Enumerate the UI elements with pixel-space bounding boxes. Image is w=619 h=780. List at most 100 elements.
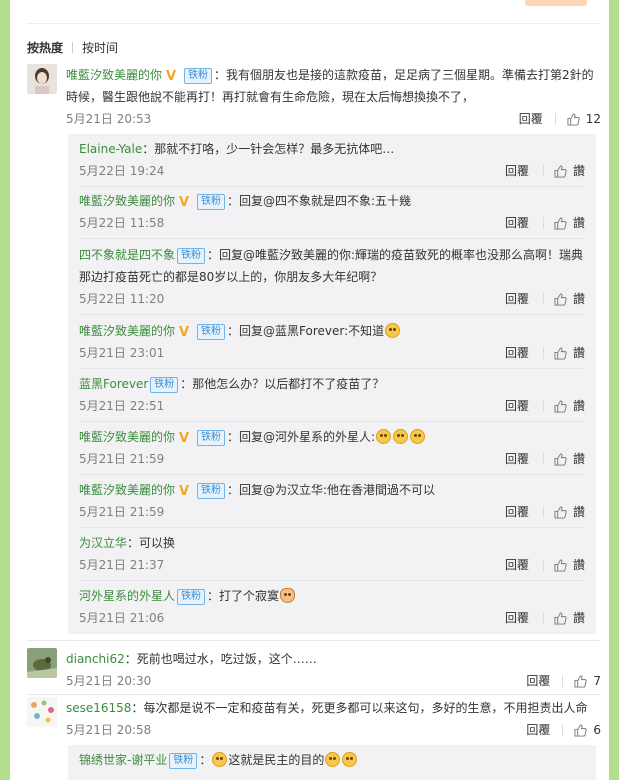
reply-item: 唯藍汐致美麗的你 V 铁粉 ：回复@四不象就是四不象:五十幾 5月22日 11:58 …	[79, 190, 585, 234]
username-link[interactable]: 唯藍汐致美麗的你	[79, 194, 175, 208]
reply-item: 唯藍汐致美麗的你 V 铁粉 ：回复@蓝黑Forever:不知道 5月21日 23:01…	[79, 320, 585, 364]
timestamp: 5月21日 21:06	[79, 611, 165, 625]
comment-body: ：每次都是说不一定和疫苗有关，死更多都可以来这句，多好的生意，不用担责出人命	[131, 701, 588, 715]
sweat-emoji-icon	[385, 323, 401, 338]
username-link[interactable]: Elaine-Yale	[79, 142, 142, 156]
reply-button[interactable]: 回覆	[505, 554, 529, 576]
username-link[interactable]: 蓝黑Forever	[79, 377, 148, 391]
like-label: 讚	[572, 216, 585, 230]
fan-badge: 铁粉	[197, 483, 226, 499]
tab-sort-by-time[interactable]: 按时间	[82, 39, 118, 56]
verified-v-icon: V	[179, 325, 190, 340]
like-count: 12	[585, 112, 601, 126]
divider	[79, 186, 585, 187]
like-button[interactable]: 7	[562, 674, 601, 688]
reply-button[interactable]: 回覆	[519, 108, 543, 130]
like-label: 讚	[572, 611, 585, 625]
reply-button[interactable]: 回覆	[505, 342, 529, 364]
reply-body: ：回复@为汉立华:他在香港間過不可以	[227, 483, 436, 497]
reply-button[interactable]: 回覆	[526, 719, 550, 741]
reply-item: Elaine-Yale：那就不打咯，少一针会怎样？最多无抗体吧… 5月22日 1…	[79, 138, 585, 182]
reply-button[interactable]: 回覆	[526, 670, 550, 692]
username-link[interactable]: sese16158	[66, 701, 131, 715]
timestamp: 5月21日 23:01	[79, 346, 165, 360]
like-button[interactable]: 讚	[542, 611, 585, 625]
thumbs-up-icon	[554, 346, 567, 360]
thumbs-up-icon	[554, 292, 567, 306]
like-button[interactable]: 12	[554, 112, 601, 126]
avatar[interactable]	[27, 648, 57, 678]
timestamp: 5月21日 20:30	[66, 674, 152, 688]
divider	[27, 640, 601, 641]
like-button[interactable]: 讚	[542, 292, 585, 306]
avatar[interactable]	[27, 64, 57, 94]
reply-button[interactable]: 回覆	[505, 160, 529, 182]
like-button[interactable]: 讚	[542, 505, 585, 519]
username-link[interactable]: 唯藍汐致美麗的你	[79, 324, 175, 338]
divider	[27, 23, 601, 24]
like-label: 讚	[572, 346, 585, 360]
tab-sort-by-hot[interactable]: 按热度	[27, 39, 63, 56]
reply-body: ：回复@蓝黑Forever:不知道	[227, 324, 385, 338]
fan-badge: 铁粉	[184, 68, 213, 84]
reply-button[interactable]: 回覆	[505, 607, 529, 629]
username-link[interactable]: 为汉立华	[79, 536, 127, 550]
sweat-emoji-icon	[376, 429, 392, 444]
thumbs-up-icon	[554, 216, 567, 230]
timestamp: 5月22日 19:24	[79, 164, 165, 178]
reply-button[interactable]: 回覆	[505, 288, 529, 310]
comment-meta: 5月21日 20:53 回覆 12	[66, 108, 601, 130]
timestamp: 5月22日 11:58	[79, 216, 165, 230]
reply-item: 锦绣世家-谢平业 铁粉：这就是民主的目的	[79, 749, 585, 771]
reply-item: 四不象就是四不象 铁粉 ：回复@唯藍汐致美麗的你:輝瑞的疫苗致死的概率也没那么高啊！…	[79, 244, 585, 310]
like-label: 讚	[572, 452, 585, 466]
thumbs-up-icon	[574, 674, 588, 688]
reply-button[interactable]: 回覆	[505, 395, 529, 417]
divider	[79, 580, 585, 581]
thumbs-up-icon	[554, 558, 567, 572]
like-button[interactable]: 讚	[542, 164, 585, 178]
thumbs-up-icon	[554, 164, 567, 178]
reply-button[interactable]: 回覆	[505, 501, 529, 523]
thumbs-up-icon	[554, 505, 567, 519]
reply-body: ：打了个寂寞	[207, 589, 280, 603]
username-link[interactable]: 锦绣世家-谢平业	[79, 753, 167, 767]
like-button[interactable]: 讚	[542, 346, 585, 360]
fan-badge: 铁粉	[197, 324, 226, 340]
thumbs-up-icon	[554, 452, 567, 466]
divider	[79, 368, 585, 369]
divider	[79, 474, 585, 475]
timestamp: 5月21日 22:51	[79, 399, 165, 413]
username-link[interactable]: 河外星系的外星人	[79, 589, 175, 603]
username-link[interactable]: 唯藍汐致美麗的你	[66, 68, 162, 82]
reply-button[interactable]: 回覆	[505, 212, 529, 234]
like-button[interactable]: 讚	[542, 558, 585, 572]
verified-v-icon: V	[179, 195, 190, 210]
timestamp: 5月21日 21:59	[79, 452, 165, 466]
fan-badge: 铁粉	[197, 430, 226, 446]
avatar[interactable]	[27, 697, 57, 727]
divider	[79, 314, 585, 315]
sweat-emoji-icon	[393, 429, 409, 444]
like-button[interactable]: 讚	[542, 216, 585, 230]
reply-body: ：那就不打咯，少一针会怎样？最多无抗体吧…	[142, 142, 395, 156]
username-link[interactable]: dianchi62	[66, 652, 125, 666]
like-button[interactable]: 讚	[542, 452, 585, 466]
comment-text: 唯藍汐致美麗的你 V 铁粉 ：我有個朋友也是接的這款疫苗，足足病了三個星期。準備去打第…	[66, 64, 601, 108]
divider	[79, 421, 585, 422]
comment-panel: 按热度 按时间 唯藍汐致美麗的你 V 铁粉 ：我有個朋友也是接的這款疫苗，足足病了三個…	[10, 0, 609, 780]
like-label: 讚	[572, 558, 585, 572]
fan-badge: 铁粉	[150, 377, 179, 393]
username-link[interactable]: 四不象就是四不象	[79, 248, 175, 262]
verified-v-icon: V	[179, 431, 190, 446]
submit-button[interactable]	[525, 0, 587, 6]
sweat-emoji-icon	[325, 752, 341, 767]
username-link[interactable]: 唯藍汐致美麗的你	[79, 483, 175, 497]
like-button[interactable]: 讚	[542, 399, 585, 413]
timestamp: 5月21日 20:58	[66, 723, 152, 737]
reply-button[interactable]: 回覆	[505, 448, 529, 470]
fan-badge: 铁粉	[177, 589, 206, 605]
like-button[interactable]: 6	[562, 723, 601, 737]
username-link[interactable]: 唯藍汐致美麗的你	[79, 430, 175, 444]
thumbs-up-icon	[574, 723, 588, 737]
